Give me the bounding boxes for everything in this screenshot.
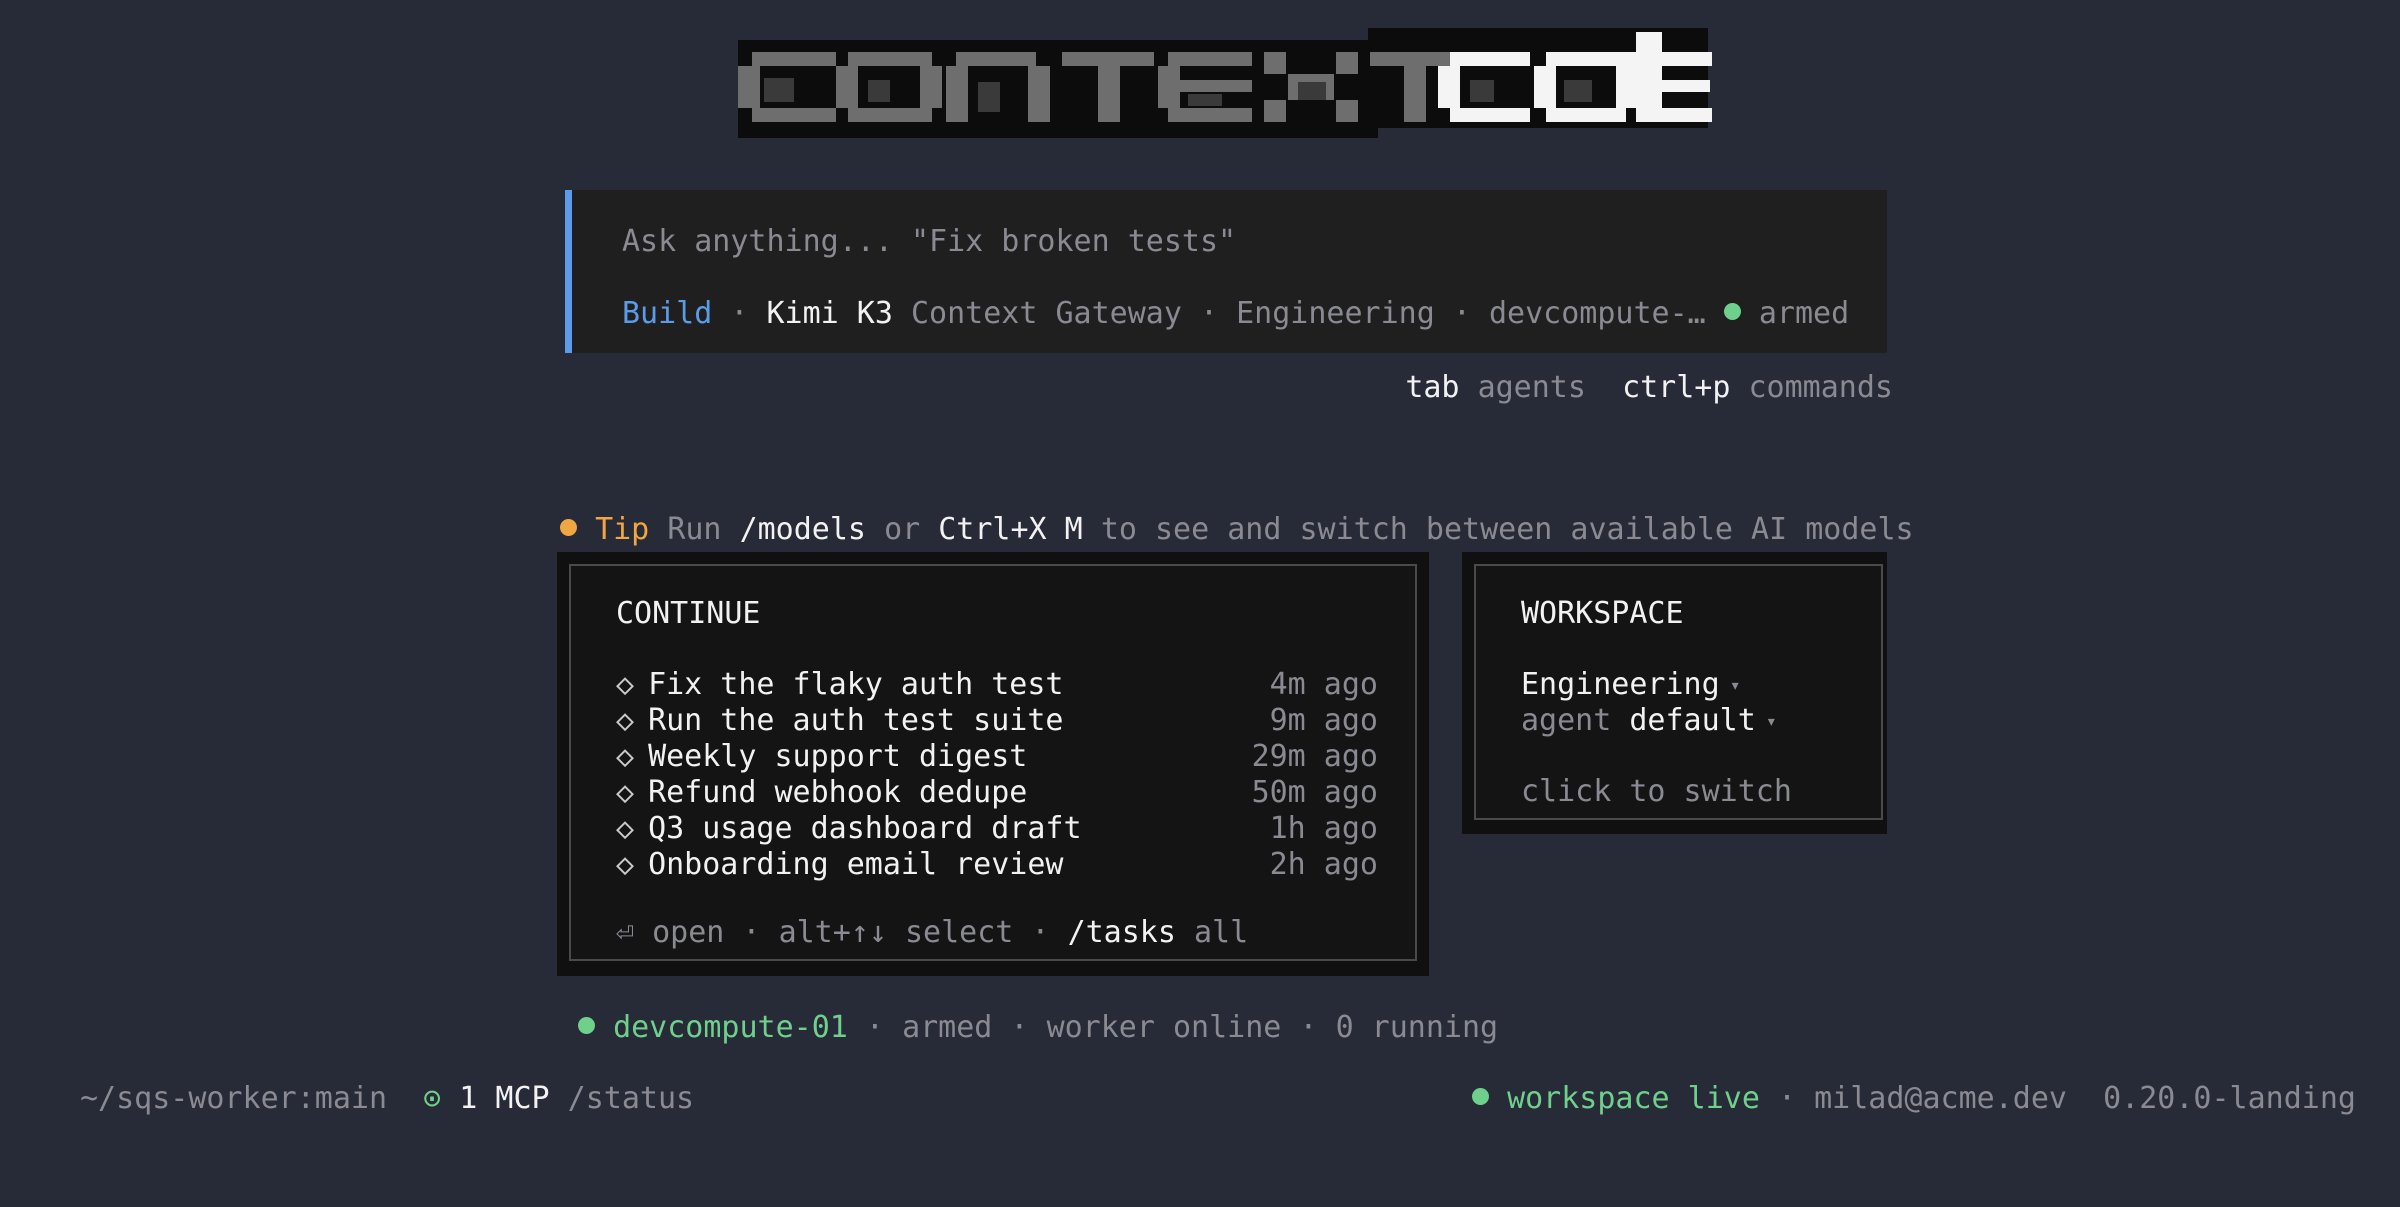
prompt-box[interactable]: Build · Kimi K3 Context Gateway · Engine… [565,190,1887,353]
machine-state: armed [902,1010,993,1045]
diamond-icon: ◇ [616,811,635,846]
separator: · [847,1010,903,1045]
task-name: Onboarding email review [648,847,1064,882]
task-age: 2h ago [1269,847,1378,882]
task-item[interactable]: ◇ Weekly support digest 29m ago [616,739,1378,775]
select-key: alt+↑↓ [778,915,887,950]
task-name: Run the auth test suite [648,703,1064,738]
status-dot-icon [1723,303,1741,320]
workspace-name: Engineering [1521,667,1720,702]
version-label: 0.20.0-landing [2103,1081,2356,1116]
separator: · [992,1010,1047,1045]
hint-label-agents: agents [1477,370,1586,405]
agent-label: agent [1521,703,1612,738]
workspace-label: Engineering [1236,296,1435,331]
task-item[interactable]: ◇ Onboarding email review 2h ago [616,847,1378,883]
tip-text: to see and switch between available AI m… [1100,512,1914,547]
mode-selector[interactable]: Build [622,296,712,331]
continue-panel: CONTINUE ◇ Fix the flaky auth test 4m ago … [557,552,1429,976]
footer-right: workspace live · milad@acme.dev 0.20.0-l… [1472,1081,2356,1117]
diamond-icon: ◇ [616,739,635,774]
running-count: 0 running [1335,1010,1499,1045]
separator: · [1181,296,1237,331]
separator: · [1759,1081,1815,1116]
task-item[interactable]: ◇ Q3 usage dashboard draft 1h ago [616,811,1378,847]
machine-label: devcompute-… [1489,296,1706,331]
select-hint: select [905,915,1014,950]
mcp-icon: ⊙ [423,1081,442,1116]
status-dot-icon [578,1017,595,1034]
task-name: Q3 usage dashboard draft [648,811,1082,846]
open-hint: open [652,915,725,950]
machine-status-line: devcompute-01 · armed · worker online · … [578,1010,1498,1046]
enter-icon: ⏎ [616,915,635,950]
prompt-meta-bar: Build · Kimi K3 Context Gateway · Engine… [622,296,1849,332]
repo-path: ~/sqs-worker:main [80,1081,388,1116]
task-age: 1h ago [1269,811,1378,846]
task-age: 4m ago [1269,667,1378,702]
separator: · [712,296,767,331]
agent-value: default [1629,703,1756,738]
prompt-input[interactable] [622,224,1822,259]
task-name: Weekly support digest [648,739,1028,774]
tip-run: Run [667,512,722,547]
caret-down-icon: ▾ [1729,674,1741,696]
tip-command: /models [739,512,866,547]
machine-name[interactable]: devcompute-01 [613,1010,848,1045]
switch-workspace-link[interactable]: click to switch [1521,774,1792,810]
task-list: ◇ Fix the flaky auth test 4m ago ◇ Run the … [616,667,1378,883]
task-age: 29m ago [1251,739,1378,774]
mcp-count[interactable]: 1 MCP [459,1081,549,1116]
workspace-selector[interactable]: Engineering ▾ [1521,667,1741,704]
task-age: 50m ago [1251,775,1378,810]
task-item[interactable]: ◇ Fix the flaky auth test 4m ago [616,667,1378,703]
tip-line: Tip Run /models or Ctrl+X M to see and s… [560,512,1914,548]
separator: · [1281,1010,1336,1045]
task-name: Refund webhook dedupe [648,775,1028,810]
logo-wordmark-icon [738,28,1712,138]
task-item[interactable]: ◇ Run the auth test suite 9m ago [616,703,1378,739]
tasks-all-label: all [1194,915,1249,950]
workspace-panel: WORKSPACE Engineering ▾ agent default ▾ cl… [1462,552,1887,834]
separator: · [1013,915,1068,950]
continue-footer: ⏎ open · alt+↑↓ select · /tasks all [616,915,1248,951]
caret-down-icon: ▾ [1765,710,1777,732]
task-age: 9m ago [1269,703,1378,738]
model-selector[interactable]: Kimi K3 [767,296,893,331]
tip-dot-icon [560,519,577,536]
tip-label: Tip [595,512,650,547]
separator: · [1434,296,1489,331]
diamond-icon: ◇ [616,703,635,738]
workspace-panel-frame: WORKSPACE Engineering ▾ agent default ▾ cl… [1474,564,1883,820]
workspace-live-status: workspace live [1507,1081,1760,1116]
footer-left: ~/sqs-worker:main ⊙ 1 MCP /status [80,1081,694,1117]
hint-key-tab: tab [1405,370,1460,405]
task-name: Fix the flaky auth test [648,667,1064,702]
keyboard-hints: tab agents ctrl+p commands [1405,370,1893,406]
machine-state: armed [1758,296,1850,331]
agent-selector[interactable]: agent default ▾ [1521,703,1777,740]
task-item[interactable]: ◇ Refund webhook dedupe 50m ago [616,775,1378,811]
tip-shortcut: Ctrl+X M [938,512,1083,547]
app-logo [728,28,1718,146]
diamond-icon: ◇ [616,775,635,810]
worker-state: worker online [1046,1010,1282,1045]
workspace-title: WORKSPACE [1521,596,1684,631]
gateway-label: Context Gateway [911,296,1182,331]
continue-panel-frame: CONTINUE ◇ Fix the flaky auth test 4m ago … [569,564,1417,961]
status-command[interactable]: /status [568,1081,694,1116]
hint-key-ctrl-p: ctrl+p [1622,370,1731,405]
tasks-command-link[interactable]: /tasks [1068,915,1176,950]
diamond-icon: ◇ [616,847,635,882]
diamond-icon: ◇ [616,667,635,702]
tip-or: or [884,512,921,547]
hint-label-commands: commands [1748,370,1894,405]
continue-title: CONTINUE [616,596,761,631]
separator: · [724,915,779,950]
user-account[interactable]: milad@acme.dev [1814,1081,2067,1116]
live-dot-icon [1472,1088,1489,1105]
